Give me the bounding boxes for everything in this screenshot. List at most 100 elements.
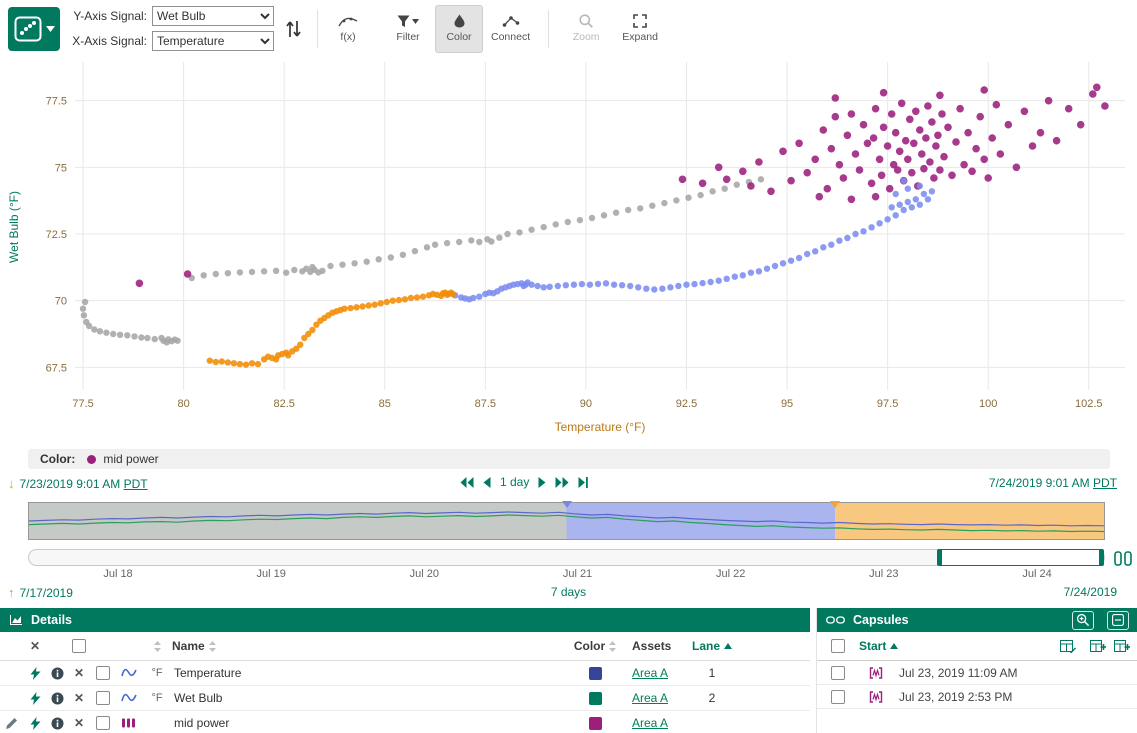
legend-item-label: mid power bbox=[103, 452, 158, 466]
investigate-range-duration[interactable]: 7 days bbox=[551, 585, 586, 599]
item-checkbox[interactable] bbox=[96, 691, 110, 705]
item-name: Wet Bulb bbox=[172, 686, 570, 710]
color-swatch[interactable] bbox=[589, 667, 602, 680]
asset-link[interactable]: Area A bbox=[632, 666, 668, 680]
capsule-checkbox[interactable] bbox=[831, 690, 845, 704]
name-column-header[interactable]: Name bbox=[172, 639, 216, 653]
capsule-checkbox[interactable] bbox=[831, 666, 845, 680]
step-back-half-button[interactable] bbox=[460, 477, 474, 488]
step-forward-button[interactable] bbox=[538, 477, 546, 488]
legend-color-dot bbox=[87, 455, 96, 464]
lane-column-header[interactable]: Lane bbox=[692, 639, 732, 653]
color-swatch[interactable] bbox=[589, 717, 602, 730]
add-property-column-icon[interactable] bbox=[1090, 640, 1106, 653]
color-column-header[interactable]: Color bbox=[574, 639, 616, 653]
column-editor-icon[interactable] bbox=[1060, 640, 1076, 653]
y-axis-title: Wet Bulb (°F) bbox=[7, 191, 21, 263]
swap-axes-icon bbox=[285, 18, 302, 40]
preview-bolt-icon[interactable] bbox=[30, 717, 41, 730]
asset-link[interactable]: Area A bbox=[632, 691, 668, 705]
svg-text:92.5: 92.5 bbox=[676, 398, 697, 410]
svg-text:72.5: 72.5 bbox=[46, 229, 67, 241]
info-icon[interactable] bbox=[51, 692, 64, 705]
step-forward-half-button[interactable] bbox=[555, 477, 569, 488]
collapse-panel-button[interactable] bbox=[1107, 611, 1129, 630]
remove-item-icon[interactable]: ✕ bbox=[74, 692, 84, 704]
asset-link[interactable]: Area A bbox=[632, 716, 668, 730]
signal-icon bbox=[121, 692, 137, 704]
color-tool-button[interactable]: Color bbox=[435, 5, 483, 53]
day-label: Jul 20 bbox=[410, 568, 439, 580]
day-label: Jul 21 bbox=[563, 568, 592, 580]
svg-text:80: 80 bbox=[177, 398, 189, 410]
display-range-marker[interactable] bbox=[562, 501, 572, 508]
swap-axes-button[interactable] bbox=[282, 9, 304, 49]
item-lane: 2 bbox=[684, 686, 740, 710]
details-row: ✕ °F Wet Bulb Area A 2 bbox=[0, 686, 810, 711]
day-label: Jul 24 bbox=[1022, 568, 1051, 580]
color-legend: Color: mid power bbox=[28, 449, 1110, 469]
item-checkbox[interactable] bbox=[96, 716, 110, 730]
item-name: mid power bbox=[172, 711, 570, 733]
x-axis-signal-label: X-Axis Signal: bbox=[69, 34, 147, 48]
y-axis-signal-select[interactable]: Wet Bulb bbox=[152, 6, 274, 26]
edit-pencil-icon[interactable] bbox=[6, 717, 18, 729]
details-panel: Details ✕ Name Color Assets Lane ✕ °F Te… bbox=[0, 608, 810, 733]
info-icon[interactable] bbox=[51, 667, 64, 680]
svg-text:87.5: 87.5 bbox=[475, 398, 496, 410]
connect-tool-button[interactable]: Connect bbox=[487, 6, 534, 52]
capsule-row[interactable]: Jul 23, 2019 2:53 PM bbox=[817, 685, 1137, 709]
remove-item-icon[interactable]: ✕ bbox=[74, 717, 84, 729]
add-stat-column-icon[interactable] bbox=[1114, 640, 1130, 653]
investigate-range-end[interactable]: 7/24/2019 bbox=[1064, 585, 1117, 599]
details-row: ✕ °F Temperature Area A 1 bbox=[0, 661, 810, 686]
investigate-range-start[interactable]: 7/17/2019 bbox=[20, 586, 73, 600]
step-size-label[interactable]: 1 day bbox=[500, 475, 529, 489]
preview-bolt-icon[interactable] bbox=[30, 667, 41, 680]
scatterplot-menu-button[interactable] bbox=[8, 7, 60, 51]
scatter-plot[interactable]: 77.58082.58587.59092.59597.5100102.567.5… bbox=[0, 57, 1137, 447]
capsule-icon bbox=[869, 667, 883, 679]
start-column-header[interactable]: Start bbox=[859, 639, 898, 653]
capsule-time-icon[interactable] bbox=[1112, 549, 1134, 567]
remove-all-items-icon[interactable]: ✕ bbox=[30, 640, 40, 652]
range-scrollbar-handle[interactable] bbox=[937, 549, 1104, 566]
select-all-capsules-checkbox[interactable] bbox=[831, 639, 845, 653]
item-lane bbox=[684, 711, 740, 733]
filter-tool-button[interactable]: Filter bbox=[385, 6, 431, 52]
sort-icon[interactable] bbox=[154, 641, 161, 652]
timebar-preview[interactable] bbox=[28, 502, 1105, 540]
svg-text:100: 100 bbox=[979, 398, 997, 410]
remove-item-icon[interactable]: ✕ bbox=[74, 667, 84, 679]
capsule-start-time: Jul 23, 2019 2:53 PM bbox=[899, 690, 1012, 704]
fx-tool-button[interactable]: f(x) bbox=[325, 6, 371, 52]
assets-column-header[interactable]: Assets bbox=[632, 639, 671, 653]
capsule-row[interactable]: Jul 23, 2019 11:09 AM bbox=[817, 661, 1137, 685]
svg-text:102.5: 102.5 bbox=[1075, 398, 1103, 410]
details-row: ✕ mid power Area A bbox=[0, 711, 810, 733]
step-to-now-button[interactable] bbox=[578, 477, 588, 488]
details-column-header: ✕ Name Color Assets Lane bbox=[0, 632, 810, 661]
svg-text:70: 70 bbox=[55, 296, 67, 308]
display-range-start[interactable]: 7/23/2019 9:01 AM PDT bbox=[20, 477, 148, 491]
color-swatch[interactable] bbox=[589, 692, 602, 705]
expand-tool-button[interactable]: Expand bbox=[617, 6, 663, 52]
time-range-controls: ↓ 7/23/2019 9:01 AM PDT 1 day 7/24/2019 … bbox=[0, 473, 1137, 495]
svg-text:95: 95 bbox=[781, 398, 793, 410]
capsules-panel-header: Capsules bbox=[817, 608, 1137, 632]
zoom-magnifier-icon bbox=[579, 14, 593, 28]
info-icon[interactable] bbox=[51, 717, 64, 730]
preview-bolt-icon[interactable] bbox=[30, 692, 41, 705]
x-axis-signal-select[interactable]: Temperature bbox=[152, 31, 274, 51]
step-back-button[interactable] bbox=[483, 477, 491, 488]
select-all-items-checkbox[interactable] bbox=[72, 639, 86, 653]
display-range-end[interactable]: 7/24/2019 9:01 AM PDT bbox=[989, 476, 1117, 490]
investigate-range: ↑ 7/17/2019 7 days 7/24/2019 bbox=[0, 585, 1137, 603]
item-checkbox[interactable] bbox=[96, 666, 110, 680]
details-chart-icon bbox=[9, 614, 23, 626]
zoom-to-capsule-button[interactable] bbox=[1072, 611, 1094, 630]
day-label: Jul 22 bbox=[716, 568, 745, 580]
display-range-marker[interactable] bbox=[830, 501, 840, 508]
axis-signal-controls: Y-Axis Signal: Wet Bulb X-Axis Signal: T… bbox=[69, 6, 274, 51]
range-scrollbar-track[interactable] bbox=[28, 549, 1105, 566]
